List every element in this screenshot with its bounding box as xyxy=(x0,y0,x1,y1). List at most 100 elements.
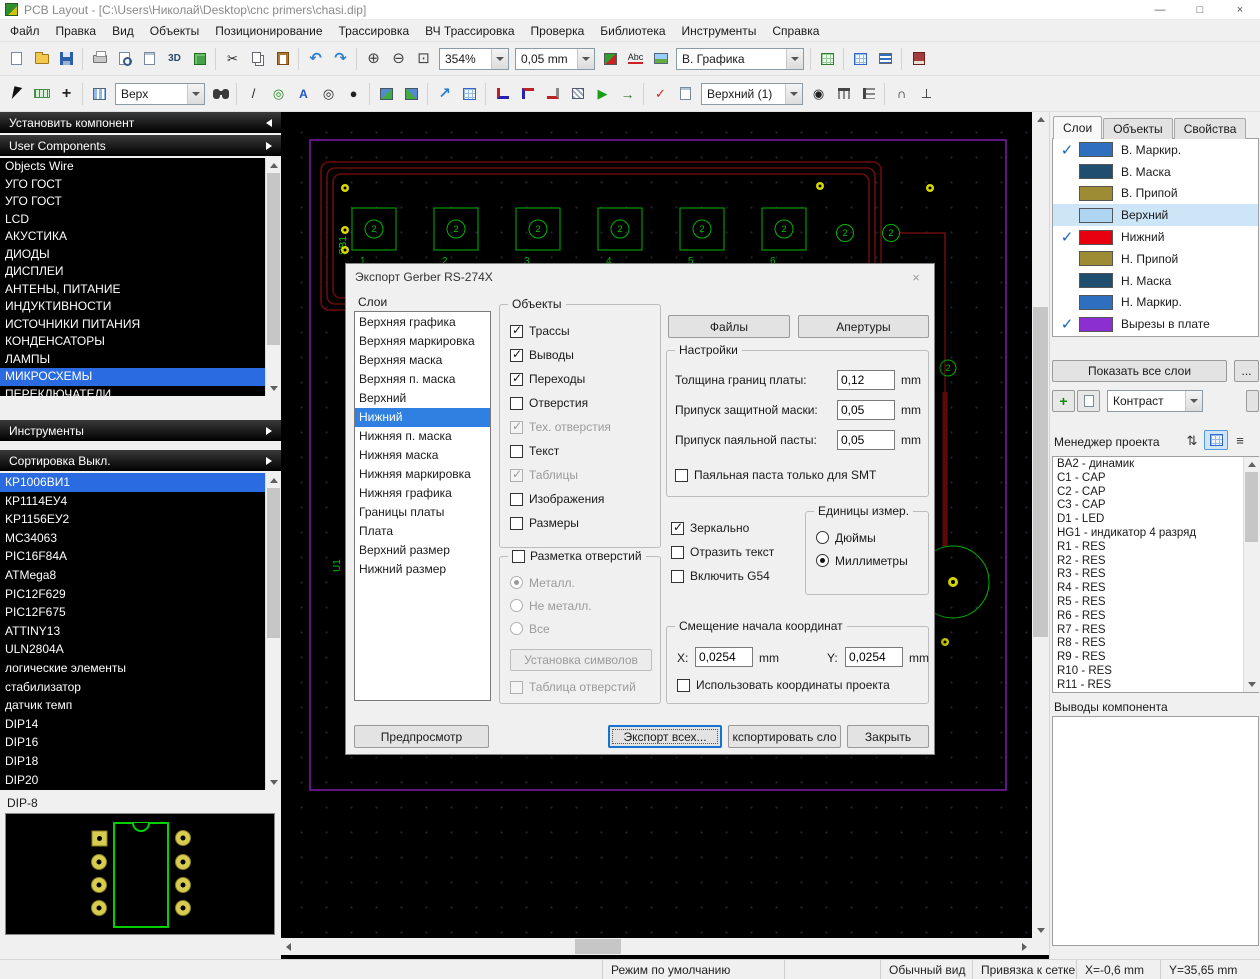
component-item[interactable]: логические элементы xyxy=(0,659,281,678)
route-grid-icon[interactable] xyxy=(815,46,840,71)
object-checkbox[interactable]: Трассы xyxy=(510,319,611,343)
object-checkbox[interactable]: Переходы xyxy=(510,367,611,391)
project-item[interactable]: D1 - LED xyxy=(1053,513,1258,527)
layer-color-swatch[interactable] xyxy=(1079,164,1113,179)
project-list-scrollbar[interactable] xyxy=(1243,457,1259,692)
menu-item[interactable]: Объекты xyxy=(142,21,208,41)
holes-radio[interactable]: Не металл. xyxy=(510,594,592,617)
layer-color-swatch[interactable] xyxy=(1079,208,1113,223)
scroll-right-icon[interactable] xyxy=(1017,938,1032,955)
library-item[interactable]: КОНДЕНСАТОРЫ xyxy=(0,333,281,351)
export-layer-item[interactable]: Нижняя маркировка xyxy=(355,465,490,484)
scroll-down-icon[interactable] xyxy=(266,775,281,790)
project-item[interactable]: HG1 - индикатор 4 разряд xyxy=(1053,527,1258,541)
layer-row[interactable]: Вырезы в плате xyxy=(1053,313,1258,335)
export-layer-item[interactable]: Нижняя маска xyxy=(355,446,490,465)
dropdown-arrow-icon[interactable] xyxy=(785,84,802,104)
unroute-icon[interactable] xyxy=(540,81,565,106)
scroll-up-icon[interactable] xyxy=(266,473,281,488)
pm-sort-icon[interactable]: ⇅ xyxy=(1180,430,1204,450)
dialog-close-action-button[interactable]: Закрыть xyxy=(847,725,929,748)
project-item[interactable]: R8 - RES xyxy=(1053,637,1258,651)
place-pad-icon[interactable]: ◎ xyxy=(266,81,291,106)
project-item[interactable]: R2 - RES xyxy=(1053,555,1258,569)
project-item[interactable]: R11 - RES xyxy=(1053,679,1258,693)
library-item[interactable]: Objects Wire xyxy=(0,158,281,176)
library-item[interactable]: МИКРОСХЕМЫ xyxy=(0,368,281,386)
offset-y-input[interactable] xyxy=(845,647,903,667)
highlight-net-icon[interactable]: ◉ xyxy=(806,81,831,106)
layer-color-swatch[interactable] xyxy=(1079,273,1113,288)
component-list-scrollbar[interactable] xyxy=(265,473,281,790)
library-item[interactable]: УГО ГОСТ xyxy=(0,176,281,194)
library-item[interactable]: ЛАМПЫ xyxy=(0,351,281,369)
menu-item[interactable]: Библиотека xyxy=(592,21,673,41)
restore-button[interactable]: □ xyxy=(1180,0,1220,20)
spell-check-icon[interactable]: Abc xyxy=(623,46,648,71)
library-item[interactable]: АНТЕНЫ, ПИТАНИЕ xyxy=(0,281,281,299)
dialog-title-bar[interactable]: Экспорт Gerber RS-274X xyxy=(346,264,934,290)
export-layer-item[interactable]: Верхний размер xyxy=(355,541,490,560)
export-layer-item[interactable]: Плата xyxy=(355,522,490,541)
layer-row[interactable]: Н. Припой xyxy=(1053,248,1258,270)
object-checkbox[interactable]: Отверстия xyxy=(510,391,611,415)
layer-row[interactable]: Верхний xyxy=(1053,204,1258,226)
place-component-header[interactable]: Установить компонент xyxy=(0,112,281,133)
holes-table-checkbox[interactable]: Таблица отверстий xyxy=(510,675,636,699)
print-preview-icon[interactable] xyxy=(112,46,137,71)
export-all-button[interactable]: Экспорт всех... xyxy=(608,725,722,748)
zoom-out-icon[interactable]: ⊖ xyxy=(386,46,411,71)
component-item[interactable]: DIP18 xyxy=(0,752,281,771)
active-layer-combo[interactable]: В. Графика xyxy=(676,48,804,70)
open-icon[interactable] xyxy=(29,46,54,71)
grid-step-combo[interactable]: 0,05 mm xyxy=(515,48,595,70)
export-layer-item[interactable]: Нижний xyxy=(355,408,490,427)
layer-color-swatch[interactable] xyxy=(1079,230,1113,245)
export-layer-item[interactable]: Верхний xyxy=(355,389,490,408)
export-layer-item[interactable]: Верхняя п. маска xyxy=(355,370,490,389)
component-item[interactable]: KP1156EУ2 xyxy=(0,510,281,529)
holes-radio[interactable]: Все xyxy=(510,617,592,640)
menu-item[interactable]: Вид xyxy=(104,21,142,41)
route-info-icon[interactable] xyxy=(565,81,590,106)
layer-properties-icon[interactable] xyxy=(1077,390,1100,412)
library-item[interactable]: ДИОДЫ xyxy=(0,246,281,264)
menu-item[interactable]: Позиционирование xyxy=(207,21,330,41)
setting-input[interactable] xyxy=(837,400,895,420)
library-item[interactable]: АКУСТИКА xyxy=(0,228,281,246)
layer-color-swatch[interactable] xyxy=(1079,317,1113,332)
copy-icon[interactable] xyxy=(245,46,270,71)
jumper-icon[interactable]: ∩ xyxy=(889,81,914,106)
origin-tool-icon[interactable]: + xyxy=(54,81,79,106)
pour-update-icon[interactable] xyxy=(399,81,424,106)
align-left-icon[interactable] xyxy=(856,81,881,106)
project-item[interactable]: R10 - RES xyxy=(1053,665,1258,679)
route-manual-icon[interactable] xyxy=(490,81,515,106)
panel-tab[interactable]: Свойства xyxy=(1174,118,1247,139)
menu-item[interactable]: Проверка xyxy=(523,21,593,41)
tools-header[interactable]: Инструменты xyxy=(0,420,281,441)
paste-icon[interactable] xyxy=(270,46,295,71)
dropdown-arrow-icon[interactable] xyxy=(786,49,803,69)
net-status-icon[interactable] xyxy=(598,46,623,71)
export-layer-item[interactable]: Верхняя графика xyxy=(355,313,490,332)
project-item[interactable]: R1 - RES xyxy=(1053,541,1258,555)
print-icon[interactable] xyxy=(87,46,112,71)
dropdown-arrow-icon[interactable] xyxy=(491,49,508,69)
menu-item[interactable]: Справка xyxy=(764,21,827,41)
component-item[interactable]: DIP14 xyxy=(0,715,281,734)
signal-layer-combo[interactable]: Верхний (1) xyxy=(701,83,803,105)
add-layer-icon[interactable]: + xyxy=(1052,390,1075,412)
contrast-combo[interactable]: Контраст xyxy=(1107,390,1203,412)
export-layer-button[interactable]: кспортировать сло xyxy=(728,725,841,748)
layer-row[interactable]: Н. Маркир. xyxy=(1053,292,1258,314)
files-button[interactable]: Файлы xyxy=(668,315,790,338)
project-item[interactable]: R3 - RES xyxy=(1053,568,1258,582)
redo-icon[interactable]: ↷ xyxy=(328,46,353,71)
dialog-close-button[interactable]: × xyxy=(904,268,928,286)
component-item[interactable]: MC34063 xyxy=(0,529,281,548)
component-item[interactable]: PIC16F84A xyxy=(0,547,281,566)
library-item[interactable]: ИСТОЧНИКИ ПИТАНИЯ xyxy=(0,316,281,334)
layer-stack-icon[interactable] xyxy=(873,46,898,71)
project-item[interactable]: R9 - RES xyxy=(1053,651,1258,665)
